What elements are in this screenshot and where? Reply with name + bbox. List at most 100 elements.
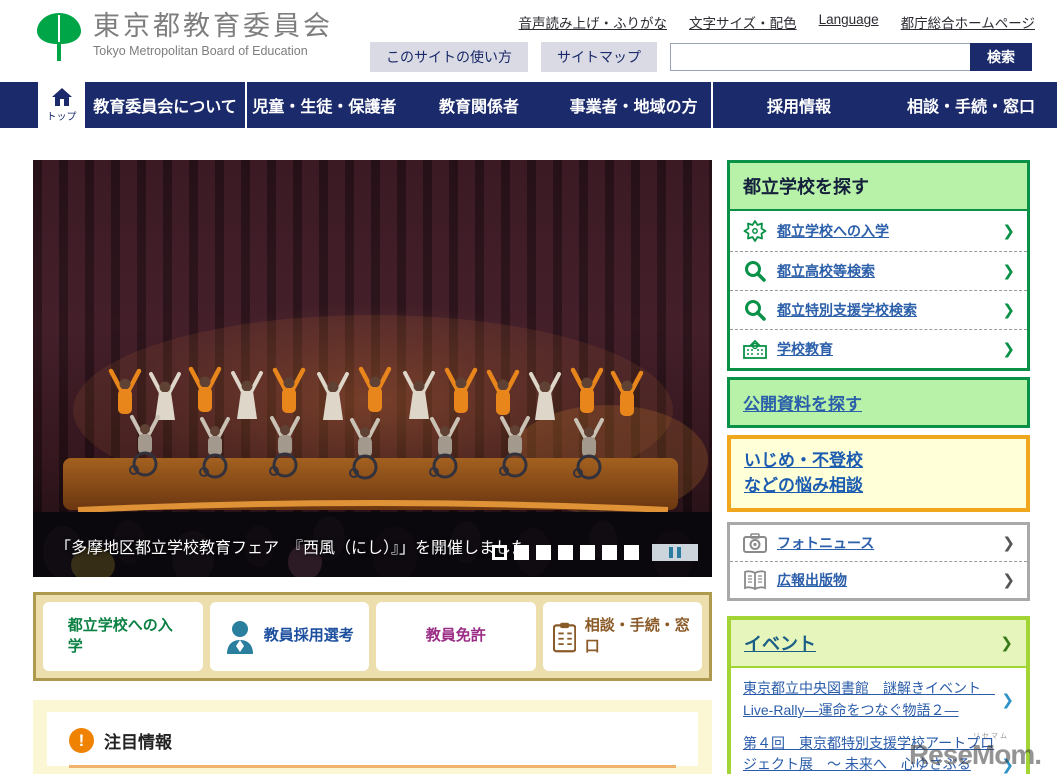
stage-photo bbox=[33, 315, 712, 577]
nav-item-home[interactable]: トップ bbox=[38, 82, 85, 128]
quick-button-teacher-recruitment[interactable]: 教員採用選考 bbox=[209, 602, 369, 671]
sidebar-link[interactable]: 都立特別支援学校検索 bbox=[777, 300, 1002, 320]
nav-item-about-board[interactable]: 教育委員会について bbox=[85, 82, 245, 128]
public-docs-link[interactable]: 公開資料を探す bbox=[743, 395, 862, 414]
alert-icon: ! bbox=[69, 728, 94, 753]
nav-item-business-community[interactable]: 事業者・地域の方 bbox=[556, 82, 711, 128]
carousel-dot[interactable] bbox=[514, 545, 529, 560]
tokyo-ginkgo-icon bbox=[37, 13, 81, 61]
home-icon bbox=[51, 87, 72, 106]
search-input[interactable] bbox=[670, 43, 970, 71]
main-column: 「多摩地区都立学校教育フェア 『西風（にし）』」を開催しました 都立学校への入学… bbox=[33, 160, 712, 774]
events-header[interactable]: イベント ❯ bbox=[731, 620, 1026, 669]
carousel-dot[interactable] bbox=[602, 545, 617, 560]
nav-item-students-parents[interactable]: 児童・生徒・保護者 bbox=[247, 82, 402, 128]
sakura-icon bbox=[742, 219, 768, 243]
events-box: イベント ❯ 東京都立中央図書館 謎解きイベント Live-Rally―運命をつ… bbox=[727, 616, 1030, 774]
sidebar-link[interactable]: 学校教育 bbox=[777, 339, 1002, 359]
carousel-dot[interactable] bbox=[558, 545, 573, 560]
sidebar-item-publications[interactable]: 広報出版物 ❯ bbox=[730, 561, 1027, 598]
utility-links: 音声読み上げ・ふりがな 文字サイズ・配色 Language 都庁総合ホームページ bbox=[518, 12, 1035, 32]
quick-button-teacher-license[interactable]: 教員免許 bbox=[376, 602, 536, 671]
chevron-right-icon: ❯ bbox=[1002, 534, 1015, 553]
site-logo[interactable]: 東京都教育委員会 Tokyo Metropolitan Board of Edu… bbox=[35, 11, 333, 63]
events-list: 東京都立中央図書館 謎解きイベント Live-Rally―運命をつなぐ物語２― … bbox=[731, 668, 1026, 774]
carousel-dot[interactable] bbox=[536, 545, 551, 560]
sidebar-item-highschool-search[interactable]: 都立高校等検索 ❯ bbox=[730, 251, 1027, 290]
quick-button-label: 相談・手続・窓口 bbox=[584, 617, 690, 655]
link-language[interactable]: Language bbox=[819, 12, 879, 32]
chevron-right-icon: ❯ bbox=[1002, 301, 1015, 319]
sidebar-item-school-admission[interactable]: 都立学校への入学 ❯ bbox=[730, 211, 1027, 251]
nav-home-label: トップ bbox=[46, 111, 77, 123]
quick-links-panel: 都立学校への入学 教員採用選考 教員免許 相談・手続・窓口 bbox=[33, 592, 712, 681]
site-subtitle: Tokyo Metropolitan Board of Education bbox=[93, 44, 308, 59]
chevron-right-icon: ❯ bbox=[1002, 571, 1015, 590]
main: 「多摩地区都立学校教育フェア 『西風（にし）』」を開催しました 都立学校への入学… bbox=[0, 128, 1057, 774]
nav-item-consultation[interactable]: 相談・手続・窓口 bbox=[885, 82, 1057, 128]
page: 東京都教育委員会 Tokyo Metropolitan Board of Edu… bbox=[0, 0, 1057, 774]
header-toolbar: このサイトの使い方 サイトマップ 検索 bbox=[370, 42, 1032, 72]
chevron-right-icon: ❯ bbox=[1001, 690, 1014, 709]
global-nav: トップ 教育委員会について 児童・生徒・保護者 教育関係者 事業者・地域の方 採… bbox=[0, 82, 1057, 128]
carousel-caption[interactable]: 「多摩地区都立学校教育フェア 『西風（にし）』」を開催しました bbox=[55, 535, 565, 563]
featured-title: 注目情報 bbox=[104, 733, 172, 752]
link-tocho-home[interactable]: 都庁総合ホームページ bbox=[901, 12, 1035, 32]
sidebar-link[interactable]: 広報出版物 bbox=[777, 570, 1002, 590]
quick-button-admission[interactable]: 都立学校への入学 bbox=[43, 602, 203, 671]
event-item[interactable]: 東京都立中央図書館 謎解きイベント Live-Rally―運命をつなぐ物語２― … bbox=[743, 678, 1014, 721]
public-docs-box[interactable]: 公開資料を探す bbox=[727, 377, 1030, 428]
chevron-right-icon: ❯ bbox=[1001, 756, 1014, 774]
header: 東京都教育委員会 Tokyo Metropolitan Board of Edu… bbox=[0, 0, 1057, 82]
search-icon bbox=[742, 260, 768, 282]
sidebar: 都立学校を探す 都立学校への入学 ❯ 都立高校等検索 ❯ 都立特別支援学校検索 … bbox=[727, 160, 1030, 774]
chevron-right-icon: ❯ bbox=[1002, 262, 1015, 280]
chevron-right-icon: ❯ bbox=[1002, 340, 1015, 358]
sidebar-item-school-education[interactable]: 学校教育 ❯ bbox=[730, 329, 1027, 368]
featured-header: ! 注目情報 bbox=[69, 728, 676, 753]
quick-button-consultation[interactable]: 相談・手続・窓口 bbox=[542, 602, 702, 671]
site-help-button[interactable]: このサイトの使い方 bbox=[370, 42, 528, 72]
link-fontsize-color[interactable]: 文字サイズ・配色 bbox=[689, 12, 797, 32]
link-voice-furigana[interactable]: 音声読み上げ・ふりがな bbox=[518, 12, 667, 32]
nav-item-recruitment[interactable]: 採用情報 bbox=[713, 82, 885, 128]
event-item[interactable]: 第４回 東京都特別支援学校アートプロジェクト展 ～ 未来へ 心ゆさぶる色・形 ～… bbox=[743, 733, 1014, 774]
carousel-dot[interactable] bbox=[624, 545, 639, 560]
carousel-pause-button[interactable] bbox=[652, 544, 698, 561]
person-icon bbox=[226, 620, 253, 654]
featured-card: ! 注目情報 bbox=[47, 712, 698, 768]
sidebar-item-special-school-search[interactable]: 都立特別支援学校検索 ❯ bbox=[730, 290, 1027, 329]
school-icon bbox=[742, 338, 768, 360]
consultation-link-line2[interactable]: などの悩み相談 bbox=[744, 474, 1013, 499]
featured-divider bbox=[69, 765, 676, 768]
sidebar-item-photo-news[interactable]: フォトニュース ❯ bbox=[730, 525, 1027, 561]
search-button[interactable]: 検索 bbox=[970, 43, 1032, 71]
consultation-link-line1[interactable]: いじめ・不登校 bbox=[744, 449, 1013, 474]
event-link[interactable]: 第４回 東京都特別支援学校アートプロジェクト展 ～ 未来へ 心ゆさぶる色・形 ～ bbox=[743, 733, 995, 774]
events-title-link[interactable]: イベント bbox=[744, 630, 816, 656]
media-box: フォトニュース ❯ 広報出版物 ❯ bbox=[727, 522, 1030, 602]
pause-icon bbox=[669, 547, 673, 558]
nav-group-audience: 児童・生徒・保護者 教育関係者 事業者・地域の方 bbox=[247, 82, 711, 128]
school-search-box: 都立学校を探す 都立学校への入学 ❯ 都立高校等検索 ❯ 都立特別支援学校検索 … bbox=[727, 160, 1030, 371]
carousel-dot-active[interactable] bbox=[492, 545, 507, 560]
event-link[interactable]: 東京都立中央図書館 謎解きイベント Live-Rally―運命をつなぐ物語２― bbox=[743, 678, 995, 721]
hero-carousel-slide[interactable]: 「多摩地区都立学校教育フェア 『西風（にし）』」を開催しました bbox=[33, 160, 712, 577]
sidebar-link[interactable]: フォトニュース bbox=[777, 533, 1002, 553]
sidebar-link[interactable]: 都立学校への入学 bbox=[777, 221, 1002, 241]
search-icon bbox=[742, 299, 768, 321]
book-icon bbox=[742, 570, 768, 591]
school-search-title: 都立学校を探す bbox=[730, 163, 1027, 211]
bullying-consultation-box[interactable]: いじめ・不登校 などの悩み相談 bbox=[727, 435, 1030, 513]
carousel-dot[interactable] bbox=[580, 545, 595, 560]
sidebar-link[interactable]: 都立高校等検索 bbox=[777, 261, 1002, 281]
nav-item-educators[interactable]: 教育関係者 bbox=[402, 82, 557, 128]
sitemap-button[interactable]: サイトマップ bbox=[541, 42, 657, 72]
search-bar: 検索 bbox=[670, 43, 1032, 71]
clipboard-icon bbox=[552, 622, 576, 652]
quick-button-label: 都立学校への入学 bbox=[67, 617, 173, 655]
chevron-right-icon: ❯ bbox=[1002, 222, 1015, 240]
camera-icon bbox=[742, 533, 768, 554]
quick-button-label: 教員採用選考 bbox=[263, 627, 354, 645]
pause-icon bbox=[677, 547, 681, 558]
